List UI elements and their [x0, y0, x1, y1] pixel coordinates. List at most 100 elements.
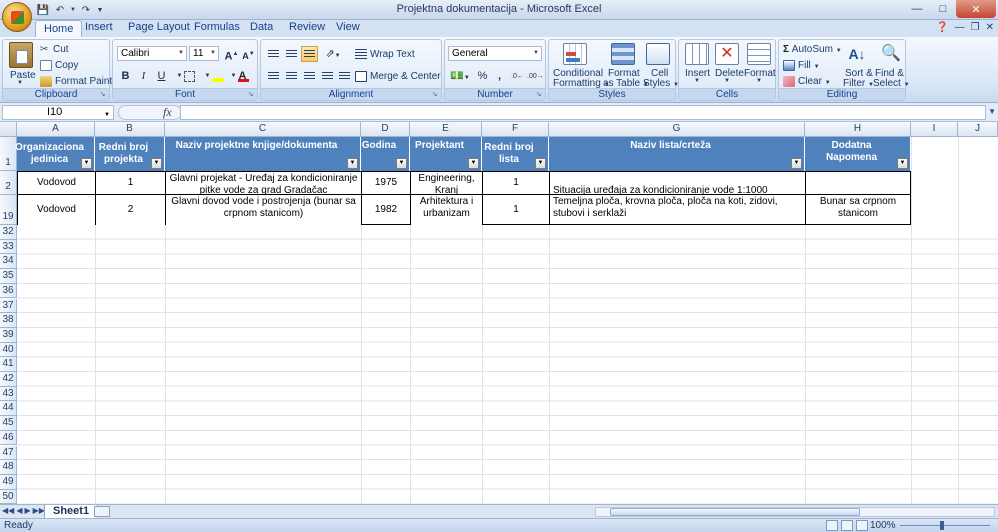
row-header-49[interactable]: 49	[0, 474, 17, 490]
zoom-level[interactable]: 100%	[870, 520, 896, 531]
table-cell-projektant[interactable]: Arhitektura i urbanizam	[410, 195, 482, 225]
insert-function-button[interactable]: fx	[163, 105, 172, 120]
format-as-table-icon[interactable]	[611, 43, 635, 65]
scrollbar-thumb[interactable]	[610, 508, 860, 516]
number-format-dropdown[interactable]: General ▼	[448, 46, 542, 61]
row-header-41[interactable]: 41	[0, 357, 17, 372]
row-header-45[interactable]: 45	[0, 416, 17, 431]
row-header-40[interactable]: 40	[0, 342, 17, 358]
worksheet[interactable]: A B C D E F G H I J 1 2 19 32 33 34 35 3…	[0, 122, 998, 504]
table-cell-rb[interactable]: 1	[95, 171, 165, 195]
first-sheet-icon[interactable]: ◀◀	[2, 506, 14, 515]
alignment-launcher-icon[interactable]: ↘	[430, 90, 439, 99]
tab-review[interactable]: Review	[289, 21, 325, 33]
tab-page-layout[interactable]: Page Layout	[128, 21, 190, 33]
table-cell-napomena[interactable]	[805, 171, 911, 195]
align-middle-icon[interactable]	[283, 46, 300, 62]
format-painter-button[interactable]: Format Painter	[40, 76, 121, 87]
tab-formulas[interactable]: Formulas	[194, 21, 240, 33]
row-header-46[interactable]: 46	[0, 430, 17, 446]
wrap-text-button[interactable]: Wrap Text	[355, 49, 415, 60]
decrease-indent-icon[interactable]	[319, 68, 336, 84]
cut-button[interactable]: ✂ Cut	[40, 44, 69, 55]
sheet-tab-sheet1[interactable]: Sheet1	[44, 505, 99, 519]
row-header-36[interactable]: 36	[0, 283, 17, 299]
table-cell-naziv[interactable]: Glavni projekat - Uređaj za kondicionira…	[165, 171, 361, 195]
column-header-e[interactable]: E	[410, 122, 482, 137]
conditional-formatting-icon[interactable]	[563, 43, 587, 65]
page-layout-view-icon[interactable]	[841, 520, 853, 531]
table-cell-rb-lista[interactable]: 1	[482, 171, 549, 195]
table-cell-godina[interactable]: 1975	[361, 171, 410, 195]
table-cell-godina[interactable]: 1982	[361, 195, 410, 225]
zoom-slider[interactable]	[900, 521, 990, 530]
table-cell-naziv-lista[interactable]: Situacija uređaja za kondicioniranje vod…	[549, 171, 805, 195]
font-launcher-icon[interactable]: ↘	[246, 90, 255, 99]
column-header-g[interactable]: G	[549, 122, 805, 137]
table-cell-rb-lista[interactable]: 1	[482, 195, 549, 225]
insert-sheet-icon[interactable]	[94, 506, 110, 517]
page-break-view-icon[interactable]	[856, 520, 868, 531]
clipboard-launcher-icon[interactable]: ↘	[98, 90, 107, 99]
next-sheet-icon[interactable]: ▶	[24, 506, 30, 515]
row-header-19[interactable]: 19	[0, 195, 17, 225]
filter-dropdown-icon[interactable]: ▼	[897, 158, 908, 169]
name-box[interactable]: I10 ▼	[2, 105, 114, 120]
filter-active-icon[interactable]: ▼	[81, 158, 92, 169]
column-header-j[interactable]: J	[958, 122, 998, 137]
comma-button[interactable]: ,	[491, 68, 508, 84]
column-header-b[interactable]: B	[95, 122, 165, 137]
font-size-dropdown[interactable]: 11 ▼	[189, 46, 219, 61]
row-header-42[interactable]: 42	[0, 372, 17, 387]
office-button[interactable]	[2, 2, 32, 32]
shrink-font-icon[interactable]: A▼	[240, 46, 257, 62]
filter-dropdown-icon[interactable]: ▼	[151, 158, 162, 169]
paste-dropdown-icon[interactable]: ▼	[17, 80, 23, 86]
row-header-39[interactable]: 39	[0, 327, 17, 343]
row-header-48[interactable]: 48	[0, 460, 17, 475]
column-header-i[interactable]: I	[911, 122, 958, 137]
row-header-37[interactable]: 37	[0, 298, 17, 314]
align-center-icon[interactable]	[283, 68, 300, 84]
filter-dropdown-icon[interactable]: ▼	[535, 158, 546, 169]
table-cell-org[interactable]: Vodovod	[17, 171, 95, 195]
row-header-32[interactable]: 32	[0, 225, 17, 240]
workbook-restore-icon[interactable]: ❐	[971, 22, 980, 33]
align-left-icon[interactable]	[265, 68, 282, 84]
help-icon[interactable]: ❓	[936, 22, 948, 33]
table-cell-napomena[interactable]: Bunar sa crpnom stanicom	[805, 195, 911, 225]
filter-dropdown-icon[interactable]: ▼	[396, 158, 407, 169]
percent-button[interactable]: %	[474, 68, 491, 84]
italic-button[interactable]: I	[135, 68, 152, 84]
copy-button[interactable]: Copy	[40, 60, 78, 71]
borders-icon[interactable]	[181, 68, 198, 84]
currency-icon[interactable]: 💵▼	[448, 68, 472, 84]
bold-button[interactable]: B	[117, 68, 134, 84]
table-cell-rb[interactable]: 2	[95, 195, 165, 225]
minimize-icon[interactable]: —	[904, 0, 930, 18]
workbook-minimize-icon[interactable]: —	[955, 22, 965, 33]
font-name-dropdown[interactable]: Calibri ▼	[117, 46, 187, 61]
autosum-button[interactable]: Σ AutoSum ▼	[783, 44, 842, 55]
row-header-2[interactable]: 2	[0, 171, 17, 195]
column-header-d[interactable]: D	[361, 122, 410, 137]
insert-cells-icon[interactable]	[685, 43, 709, 65]
workbook-close-icon[interactable]: ✕	[986, 22, 994, 33]
row-header-38[interactable]: 38	[0, 313, 17, 328]
row-header-34[interactable]: 34	[0, 254, 17, 270]
insert-dropdown-icon[interactable]: ▼	[694, 78, 700, 84]
font-color-icon[interactable]: A	[234, 68, 251, 84]
column-header-f[interactable]: F	[482, 122, 549, 137]
table-cell-org[interactable]: Vodovod	[17, 195, 95, 225]
filter-dropdown-icon[interactable]: ▼	[468, 158, 479, 169]
increase-decimal-icon[interactable]: .0←	[509, 68, 526, 84]
decrease-decimal-icon[interactable]: .00→	[526, 68, 544, 84]
filter-dropdown-icon[interactable]: ▼	[347, 158, 358, 169]
expand-formula-bar-icon[interactable]: ▼	[988, 107, 996, 116]
fill-color-icon[interactable]	[209, 68, 226, 84]
format-dropdown-icon[interactable]: ▼	[756, 78, 762, 84]
orientation-icon[interactable]: ⇗▼	[321, 46, 345, 62]
column-header-c[interactable]: C	[165, 122, 361, 137]
number-launcher-icon[interactable]: ↘	[534, 90, 543, 99]
grow-font-icon[interactable]: A▲	[223, 46, 240, 63]
